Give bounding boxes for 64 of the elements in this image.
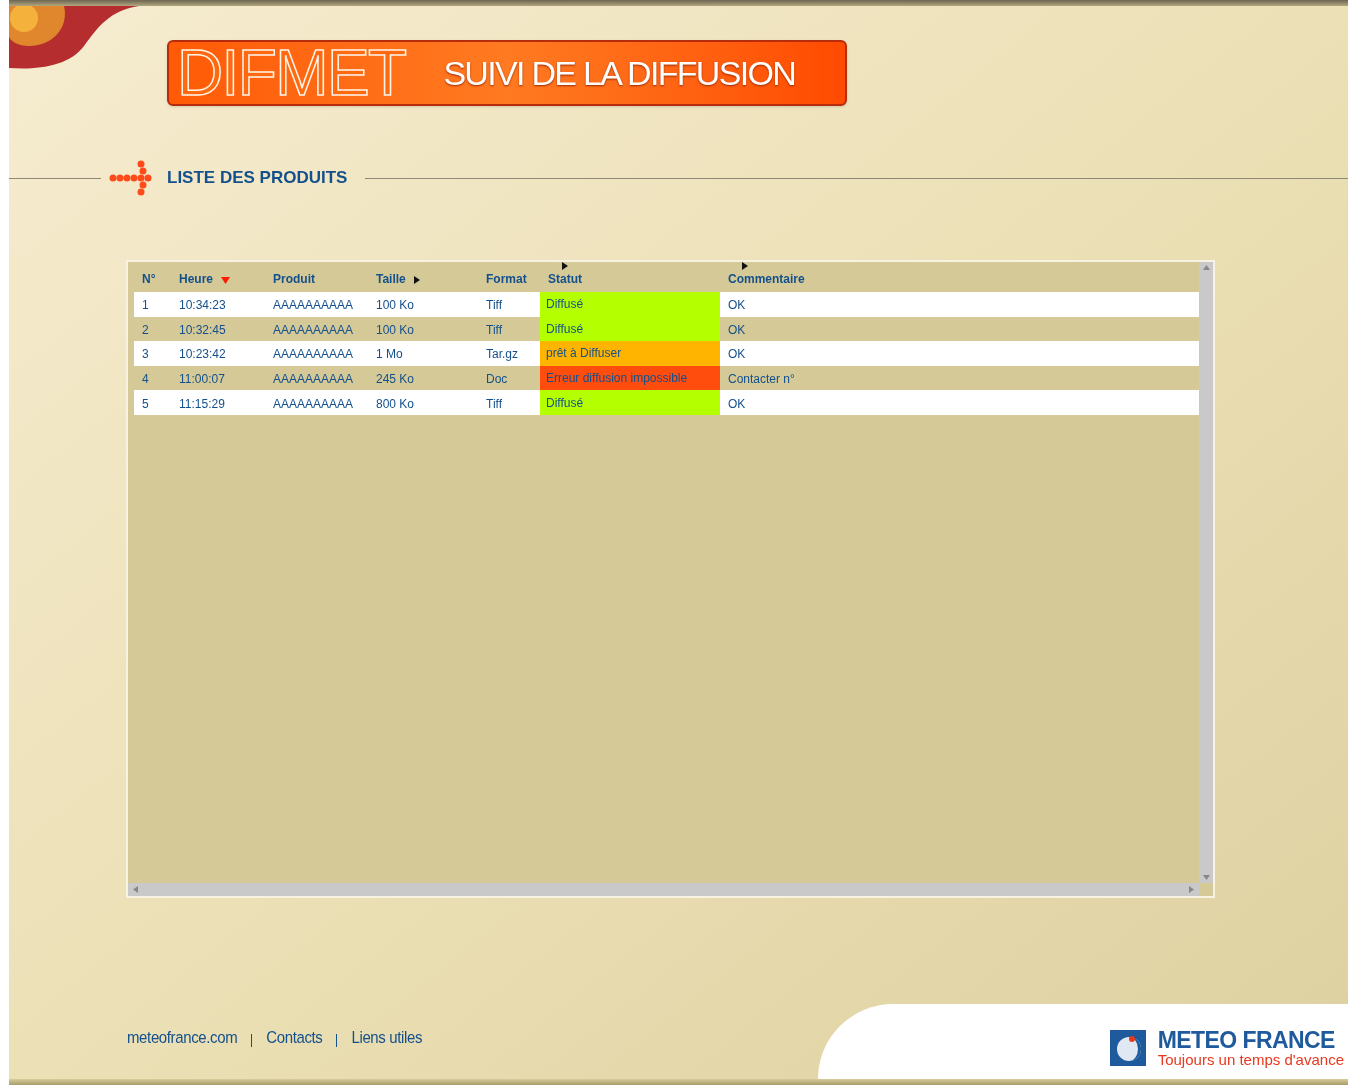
- table-cell: 245 Ko: [376, 372, 415, 387]
- play-arrow-icon[interactable]: [413, 276, 420, 284]
- table-cell: 10:23:42: [179, 347, 226, 362]
- table-cell: 5: [142, 396, 149, 411]
- column-header[interactable]: Taille: [376, 270, 406, 288]
- brand-tagline: Toujours un temps d'avance: [1157, 1052, 1344, 1067]
- meteo-france-logo-icon: [1109, 1030, 1146, 1066]
- status-cell: Diffusé: [540, 292, 720, 317]
- table-cell: OK: [728, 347, 746, 362]
- table-cell: 11:15:29: [179, 396, 225, 411]
- table-cell: 800 Ko: [376, 396, 415, 411]
- difmet-logo: DIFMET: [177, 41, 406, 105]
- table-cell: Tar.gz: [486, 347, 518, 362]
- scroll-right-icon[interactable]: [1189, 886, 1194, 893]
- play-arrow-icon[interactable]: [562, 262, 568, 270]
- table-cell: Tiff: [486, 322, 502, 337]
- footer-link[interactable]: Liens utiles: [351, 1025, 422, 1051]
- scroll-down-icon[interactable]: [1202, 875, 1210, 880]
- table-cell: OK: [728, 396, 746, 411]
- scroll-up-icon[interactable]: [1202, 265, 1210, 270]
- table-cell: AAAAAAAAAA: [273, 347, 354, 362]
- table-cell: Tiff: [486, 298, 502, 313]
- table-cell: 1: [142, 298, 149, 313]
- column-header[interactable]: Heure: [179, 270, 213, 288]
- section-title: LISTE DES PRODUITS: [167, 167, 348, 190]
- column-header[interactable]: Produit: [273, 270, 315, 288]
- table-cell: 4: [142, 372, 149, 387]
- table-cell: AAAAAAAAAA: [273, 298, 354, 313]
- table-cell: AAAAAAAAAA: [273, 322, 354, 337]
- status-cell: Diffusé: [540, 390, 720, 415]
- table-cell: 3: [142, 347, 149, 362]
- column-header[interactable]: Commentaire: [728, 270, 805, 288]
- status-cell: Erreur diffusion impossible: [540, 365, 720, 391]
- status-cell: prêt à Diffuser: [540, 341, 720, 366]
- table-cell: Tiff: [486, 396, 502, 411]
- table-cell: AAAAAAAAAA: [273, 396, 354, 411]
- vertical-scrollbar[interactable]: [1199, 262, 1213, 883]
- table-cell: 11:00:07: [179, 372, 225, 387]
- sort-descending-icon[interactable]: [221, 277, 230, 284]
- horizontal-scrollbar[interactable]: [128, 883, 1199, 896]
- table-row[interactable]: 5 11:15:29 AAAAAAAAAA 800 Ko Tiff Diffusé OK: [134, 390, 1199, 415]
- table-cell: Contacter n°: [728, 372, 795, 387]
- table-cell: 1 Mo: [376, 347, 403, 362]
- column-header[interactable]: Statut: [548, 270, 582, 288]
- scroll-left-icon[interactable]: [133, 886, 138, 893]
- column-header[interactable]: Format: [486, 270, 527, 288]
- table-cell: 10:32:45: [179, 322, 226, 337]
- table-cell: 10:34:23: [179, 298, 226, 313]
- banner-title: SUIVI DE LA DIFFUSION: [443, 52, 795, 94]
- table-cell: Doc: [486, 372, 508, 387]
- table-row[interactable]: 1 10:34:23 AAAAAAAAAA 100 Ko Tiff Diffusé OK: [134, 292, 1199, 317]
- column-header[interactable]: N°: [142, 270, 156, 288]
- table-cell: AAAAAAAAAA: [273, 372, 354, 387]
- footer-link[interactable]: Contacts: [266, 1025, 323, 1051]
- status-cell: Diffusé: [540, 316, 720, 342]
- table-row[interactable]: 3 10:23:42 AAAAAAAAAA 1 Mo Tar.gz prêt à Diffuser OK: [134, 341, 1199, 366]
- table-cell: OK: [728, 322, 746, 337]
- brand-name: METEO FRANCE: [1157, 1029, 1336, 1052]
- play-arrow-icon[interactable]: [742, 262, 748, 270]
- table-cell: 2: [142, 322, 149, 337]
- table-cell: 100 Ko: [376, 298, 415, 313]
- footer-link[interactable]: meteofrance.com: [127, 1025, 238, 1051]
- table-cell: 100 Ko: [376, 322, 415, 337]
- table-cell: OK: [728, 298, 746, 313]
